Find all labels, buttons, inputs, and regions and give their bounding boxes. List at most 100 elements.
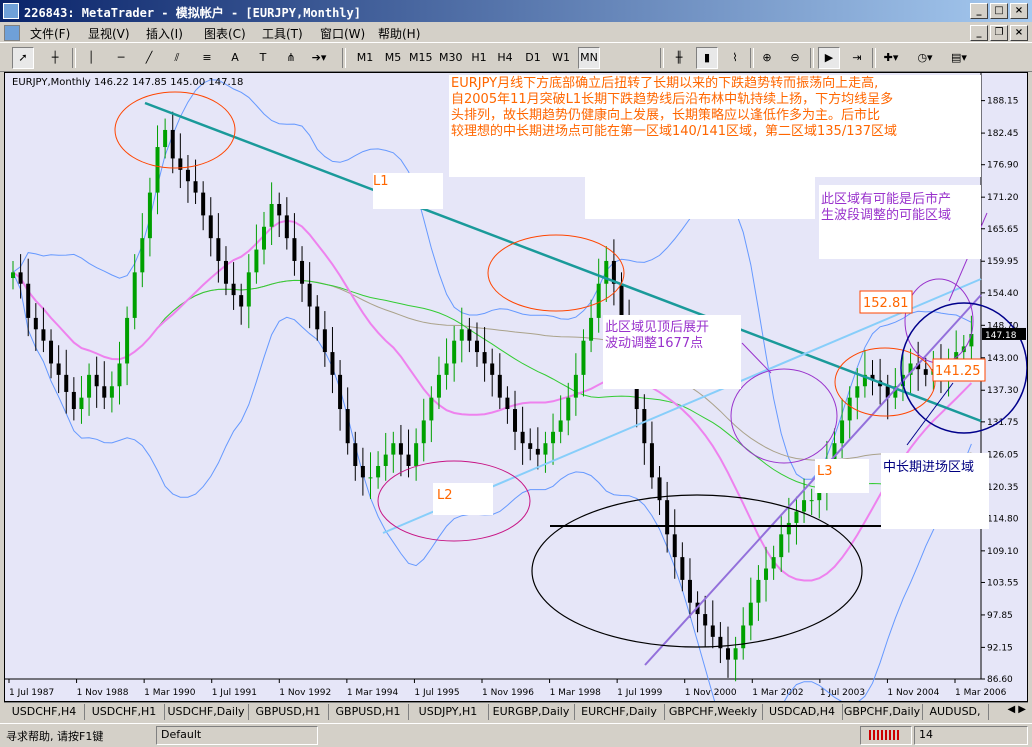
chart-tab[interactable]: EURGBP,Daily bbox=[488, 704, 575, 720]
auto-scroll-icon[interactable]: ▶ bbox=[818, 47, 840, 69]
tab-scroll-arrows-icon[interactable]: ◀ ▶ bbox=[1007, 704, 1026, 715]
chart-tab[interactable]: GBPUSD,H1 bbox=[328, 704, 409, 720]
window-title: 226843: MetaTrader - 模拟帐户 - [EURJPY,Mont… bbox=[24, 6, 361, 20]
label-l1: L1 bbox=[373, 174, 389, 189]
channel-tool-icon[interactable]: ⫽ bbox=[166, 47, 188, 69]
label-tool-icon[interactable]: T bbox=[252, 47, 274, 69]
candle-body bbox=[292, 238, 297, 261]
candle-body bbox=[429, 397, 434, 421]
menu-tools[interactable]: 工具(T) bbox=[262, 25, 303, 42]
time-tick-label: 1 Mar 1990 bbox=[144, 688, 196, 698]
time-tick-label: 1 Nov 1992 bbox=[279, 688, 331, 698]
zoom-in-icon[interactable]: ⊕ bbox=[756, 47, 778, 69]
fan-tool-icon[interactable]: ⋔ bbox=[280, 47, 302, 69]
bar-chart-icon[interactable]: ╫ bbox=[668, 47, 690, 69]
mdi-close-button[interactable]: × bbox=[1010, 25, 1028, 41]
vertical-line-tool-icon[interactable]: │ bbox=[80, 47, 102, 69]
timeframe-m5-button[interactable]: M5 bbox=[382, 47, 404, 69]
annotation-main-text: 自2005年11月突破L1长期下跌趋势线后沿布林中轨持续上扬，下方均线呈多 bbox=[451, 91, 893, 107]
candle-body bbox=[56, 363, 61, 375]
text-tool-icon[interactable]: A bbox=[224, 47, 246, 69]
cursor-tool-icon[interactable]: ➚ bbox=[12, 47, 34, 69]
candle-body bbox=[680, 557, 685, 580]
time-tick-label: 1 Nov 1996 bbox=[482, 688, 534, 698]
maximize-button[interactable]: □ bbox=[990, 3, 1008, 19]
line-chart-icon[interactable]: ⌇ bbox=[724, 47, 746, 69]
label-low-price: 141.25 bbox=[935, 364, 981, 379]
mdi-restore-button[interactable]: ❐ bbox=[990, 25, 1008, 41]
candle-body bbox=[414, 443, 419, 466]
menu-view[interactable]: 显视(V) bbox=[88, 25, 130, 42]
price-tick-label: 120.35 bbox=[987, 483, 1019, 493]
candle-body bbox=[642, 409, 647, 444]
chart-area[interactable]: 188.15 182.45 176.90 171.20 165.65 159.95 154.… bbox=[5, 73, 1027, 701]
menu-charts[interactable]: 图表(C) bbox=[204, 25, 246, 42]
zoom-out-icon[interactable]: ⊖ bbox=[784, 47, 806, 69]
menu-window[interactable]: 窗口(W) bbox=[320, 25, 365, 42]
candlestick-chart-icon[interactable]: ▮ bbox=[696, 47, 718, 69]
timeframe-h1-button[interactable]: H1 bbox=[468, 47, 490, 69]
candle-body bbox=[703, 614, 708, 626]
annotation-mid-text: 波动调整1677点 bbox=[605, 336, 703, 351]
candle-body bbox=[216, 238, 221, 261]
time-tick-label: 1 Jul 2003 bbox=[820, 688, 865, 698]
timeframe-m15-button[interactable]: M15 bbox=[408, 47, 434, 69]
chart-tab[interactable]: EURCHF,Daily bbox=[574, 704, 665, 720]
circle-target bbox=[904, 278, 974, 364]
timeframe-m1-button[interactable]: M1 bbox=[354, 47, 376, 69]
timeframe-m30-button[interactable]: M30 bbox=[438, 47, 464, 69]
candle-body bbox=[147, 192, 152, 239]
price-tick-label: 165.65 bbox=[987, 225, 1019, 235]
menu-insert[interactable]: 插入(I) bbox=[146, 25, 183, 42]
chart-tab[interactable]: USDCHF,Daily bbox=[164, 704, 249, 720]
candle-body bbox=[520, 431, 525, 444]
app-icon bbox=[3, 3, 19, 19]
fibonacci-tool-icon[interactable]: ≡ bbox=[196, 47, 218, 69]
candle-body bbox=[102, 386, 107, 398]
candle-body bbox=[535, 448, 540, 455]
arrows-dropdown-icon[interactable]: ➔▾ bbox=[308, 47, 330, 69]
candle-body bbox=[315, 306, 320, 330]
candle-body bbox=[132, 272, 137, 318]
menu-help[interactable]: 帮助(H) bbox=[378, 25, 420, 42]
price-tick-label: 171.20 bbox=[987, 193, 1019, 203]
price-chart[interactable]: 188.15 182.45 176.90 171.20 165.65 159.95 154.… bbox=[5, 73, 1027, 701]
timeframe-w1-button[interactable]: W1 bbox=[550, 47, 572, 69]
price-tick-label: 182.45 bbox=[987, 129, 1019, 139]
indicators-icon[interactable]: ✚▾ bbox=[880, 47, 902, 69]
time-tick-label: 1 Mar 2006 bbox=[955, 688, 1007, 698]
menu-file[interactable]: 文件(F) bbox=[30, 25, 70, 42]
crosshair-tool-icon[interactable]: ┼ bbox=[44, 47, 66, 69]
timeframe-h4-button[interactable]: H4 bbox=[494, 47, 516, 69]
chart-tab[interactable]: GBPCHF,Weekly bbox=[664, 704, 763, 720]
candle-body bbox=[733, 648, 738, 660]
trendline-tool-icon[interactable]: ╱ bbox=[138, 47, 160, 69]
candle-body bbox=[566, 397, 571, 421]
horizontal-line-tool-icon[interactable]: ─ bbox=[110, 47, 132, 69]
annotation-right-text: 此区域有可能是后市产 bbox=[821, 191, 951, 207]
candle-body bbox=[223, 260, 228, 284]
chart-tab[interactable]: GBPCHF,Daily bbox=[842, 704, 923, 720]
templates-icon[interactable]: ▤▾ bbox=[948, 47, 970, 69]
minimize-button[interactable]: _ bbox=[970, 3, 988, 19]
chart-tab[interactable]: USDJPY,H1 bbox=[408, 704, 489, 720]
price-tick-label: 109.10 bbox=[987, 547, 1019, 557]
chart-tab[interactable]: USDCHF,H4 bbox=[4, 704, 85, 720]
chart-tab[interactable]: USDCAD,H4 bbox=[762, 704, 843, 720]
candle-body bbox=[163, 129, 168, 148]
chart-shift-icon[interactable]: ⇥ bbox=[846, 47, 868, 69]
close-button[interactable]: × bbox=[1010, 3, 1028, 19]
chart-tab[interactable]: GBPUSD,H1 bbox=[248, 704, 329, 720]
periods-icon[interactable]: ◷▾ bbox=[914, 47, 936, 69]
candle-body bbox=[406, 454, 411, 466]
chart-tab[interactable]: AUDUSD, bbox=[922, 704, 989, 720]
chart-window-icon[interactable] bbox=[4, 25, 20, 41]
price-tick-label: 143.00 bbox=[987, 354, 1019, 364]
candle-body bbox=[307, 283, 312, 307]
status-traffic: 14 bbox=[919, 728, 933, 741]
timeframe-d1-button[interactable]: D1 bbox=[522, 47, 544, 69]
connection-status-icon bbox=[869, 730, 901, 740]
chart-tab[interactable]: USDCHF,H1 bbox=[84, 704, 165, 720]
timeframe-mn-button[interactable]: MN bbox=[578, 47, 600, 69]
mdi-minimize-button[interactable]: _ bbox=[970, 25, 988, 41]
